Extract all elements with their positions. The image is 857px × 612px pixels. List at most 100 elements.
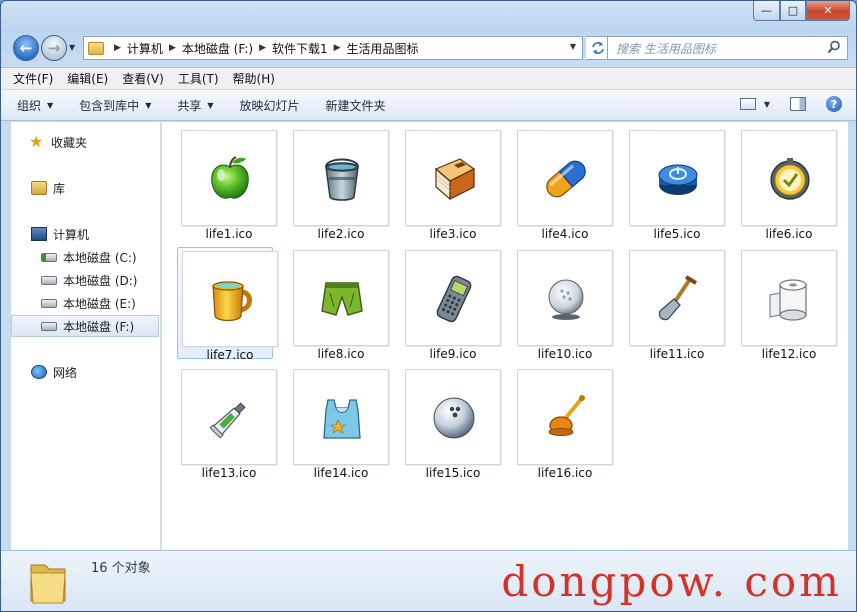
share-label: 共享 bbox=[177, 98, 202, 113]
organize-label: 组织 bbox=[17, 98, 42, 113]
file-thumbnail bbox=[517, 369, 613, 465]
sidebar-item-drive-d[interactable]: 本地磁盘 (D:) bbox=[11, 269, 159, 291]
file-tile[interactable]: life8.ico bbox=[289, 247, 389, 361]
file-thumbnail bbox=[629, 250, 725, 346]
file-tile[interactable]: life14.ico bbox=[289, 366, 389, 480]
search-icon[interactable] bbox=[827, 40, 841, 54]
file-tile-selected[interactable]: life7.ico bbox=[177, 247, 278, 362]
drive-icon bbox=[41, 298, 57, 308]
file-name: life4.ico bbox=[541, 227, 589, 241]
breadcrumb-drive-f[interactable]: 本地磁盘 (F:) bbox=[182, 40, 253, 57]
folder-icon bbox=[88, 41, 104, 55]
shorts-icon bbox=[321, 282, 363, 316]
file-tile[interactable]: life5.ico bbox=[625, 127, 725, 241]
sidebar-item-favorites[interactable]: ★ 收藏夹 bbox=[11, 131, 159, 153]
file-name: life10.ico bbox=[537, 347, 593, 361]
new-folder-button[interactable]: 新建文件夹 bbox=[326, 97, 386, 114]
computer-icon bbox=[31, 227, 47, 241]
star-icon: ★ bbox=[29, 132, 44, 151]
include-in-library-label: 包含到库中 bbox=[79, 98, 140, 113]
chevron-right-icon[interactable]: ▶ bbox=[334, 43, 341, 53]
file-tile[interactable]: life11.ico bbox=[625, 247, 725, 361]
file-thumbnail bbox=[741, 250, 837, 346]
menu-edit[interactable]: 编辑(E) bbox=[67, 70, 108, 87]
chevron-down-icon: ▼ bbox=[145, 100, 152, 110]
change-view-icon[interactable] bbox=[739, 98, 756, 110]
organize-button[interactable]: 组织 ▼ bbox=[17, 97, 53, 114]
caption-buttons: — □ ✕ bbox=[753, 1, 850, 21]
file-thumbnail bbox=[293, 250, 389, 346]
minimize-button[interactable]: — bbox=[753, 1, 780, 21]
search-box[interactable]: 搜索 生活用品图标 bbox=[607, 36, 848, 60]
navigation-row: ← → ▼ ▶ 计算机 ▶ 本地磁盘 (F:) ▶ 软件下载1 ▶ 生活用品图标… bbox=[11, 34, 848, 62]
file-thumbnail bbox=[182, 251, 278, 347]
chevron-right-icon[interactable]: ▶ bbox=[259, 43, 266, 53]
capsule-icon bbox=[546, 160, 586, 198]
menu-tools[interactable]: 工具(T) bbox=[178, 70, 219, 87]
breadcrumb-computer[interactable]: 计算机 bbox=[127, 40, 163, 57]
file-thumbnail bbox=[293, 130, 389, 226]
refresh-icon bbox=[591, 42, 604, 54]
file-tile[interactable]: life13.ico bbox=[177, 366, 277, 480]
sidebar-item-label: 本地磁盘 (F:) bbox=[63, 319, 135, 334]
breadcrumb-downloads[interactable]: 软件下载1 bbox=[272, 40, 328, 57]
help-icon[interactable]: ? bbox=[826, 96, 842, 112]
share-button[interactable]: 共享 ▼ bbox=[177, 97, 213, 114]
preview-pane-icon[interactable] bbox=[790, 97, 806, 111]
file-name: life13.ico bbox=[201, 466, 257, 480]
file-thumbnail bbox=[181, 369, 277, 465]
forward-button[interactable]: → bbox=[41, 35, 67, 61]
close-button[interactable]: ✕ bbox=[806, 1, 850, 21]
file-tile[interactable]: life6.ico bbox=[737, 127, 837, 241]
slideshow-label: 放映幻灯片 bbox=[239, 98, 300, 113]
network-icon bbox=[31, 365, 47, 379]
plunger-icon bbox=[548, 395, 585, 436]
sidebar-item-computer[interactable]: 计算机 bbox=[11, 223, 159, 245]
menu-bar: 文件(F) 编辑(E) 查看(V) 工具(T) 帮助(H) bbox=[1, 67, 856, 89]
file-tile[interactable]: life4.ico bbox=[513, 127, 613, 241]
file-name: life2.ico bbox=[317, 227, 365, 241]
back-button[interactable]: ← bbox=[13, 35, 39, 61]
address-history-dropdown[interactable]: ▼ bbox=[570, 42, 576, 51]
navigation-pane: ★ 收藏夹 库 计算机 本地磁盘 (C:) 本地磁盘 (D:) 本地磁盘 (E:… bbox=[11, 122, 161, 550]
file-thumbnail bbox=[517, 130, 613, 226]
file-tile[interactable]: life10.ico bbox=[513, 247, 613, 361]
sidebar-item-drive-e[interactable]: 本地磁盘 (E:) bbox=[11, 292, 159, 314]
file-tile[interactable]: life2.ico bbox=[289, 127, 389, 241]
file-tile[interactable]: life3.ico bbox=[401, 127, 501, 241]
sidebar-item-drive-f[interactable]: 本地磁盘 (F:) bbox=[11, 315, 159, 337]
menu-view[interactable]: 查看(V) bbox=[122, 70, 164, 87]
file-tile[interactable]: life9.ico bbox=[401, 247, 501, 361]
slideshow-button[interactable]: 放映幻灯片 bbox=[240, 97, 300, 114]
file-tile[interactable]: life1.ico bbox=[177, 127, 277, 241]
sidebar-item-drive-c[interactable]: 本地磁盘 (C:) bbox=[11, 246, 159, 268]
file-name: life16.ico bbox=[537, 466, 593, 480]
view-options-dropdown[interactable]: ▼ bbox=[764, 100, 770, 109]
file-tile[interactable]: life12.ico bbox=[737, 247, 837, 361]
file-tile[interactable]: life15.ico bbox=[401, 366, 501, 480]
new-folder-label: 新建文件夹 bbox=[325, 98, 386, 113]
sidebar-item-network[interactable]: 网络 bbox=[11, 361, 159, 383]
maximize-button[interactable]: □ bbox=[780, 1, 806, 21]
chevron-right-icon[interactable]: ▶ bbox=[169, 43, 176, 53]
sidebar-item-label: 收藏夹 bbox=[51, 135, 88, 150]
file-name: life6.ico bbox=[765, 227, 813, 241]
sidebar-item-libraries[interactable]: 库 bbox=[11, 177, 159, 199]
menu-help[interactable]: 帮助(H) bbox=[233, 70, 275, 87]
bowling-ball-icon bbox=[433, 397, 475, 439]
include-in-library-button[interactable]: 包含到库中 ▼ bbox=[79, 97, 151, 114]
menu-file[interactable]: 文件(F) bbox=[13, 70, 53, 87]
watermark: dongpow. com bbox=[501, 557, 842, 606]
search-placeholder: 搜索 生活用品图标 bbox=[616, 41, 716, 56]
file-tile[interactable]: life16.ico bbox=[513, 366, 613, 480]
file-name: life9.ico bbox=[429, 347, 477, 361]
library-icon bbox=[31, 181, 47, 195]
chevron-right-icon[interactable]: ▶ bbox=[114, 43, 121, 53]
file-name: life7.ico bbox=[206, 348, 254, 362]
file-name: life8.ico bbox=[317, 347, 365, 361]
breadcrumb-current-folder[interactable]: 生活用品图标 bbox=[347, 40, 419, 57]
address-bar[interactable]: ▶ 计算机 ▶ 本地磁盘 (F:) ▶ 软件下载1 ▶ 生活用品图标 ▼ bbox=[83, 36, 583, 60]
recent-pages-dropdown[interactable]: ▼ bbox=[69, 43, 75, 52]
mobile-phone-icon bbox=[436, 275, 472, 323]
plastic-bag-icon bbox=[323, 399, 361, 439]
